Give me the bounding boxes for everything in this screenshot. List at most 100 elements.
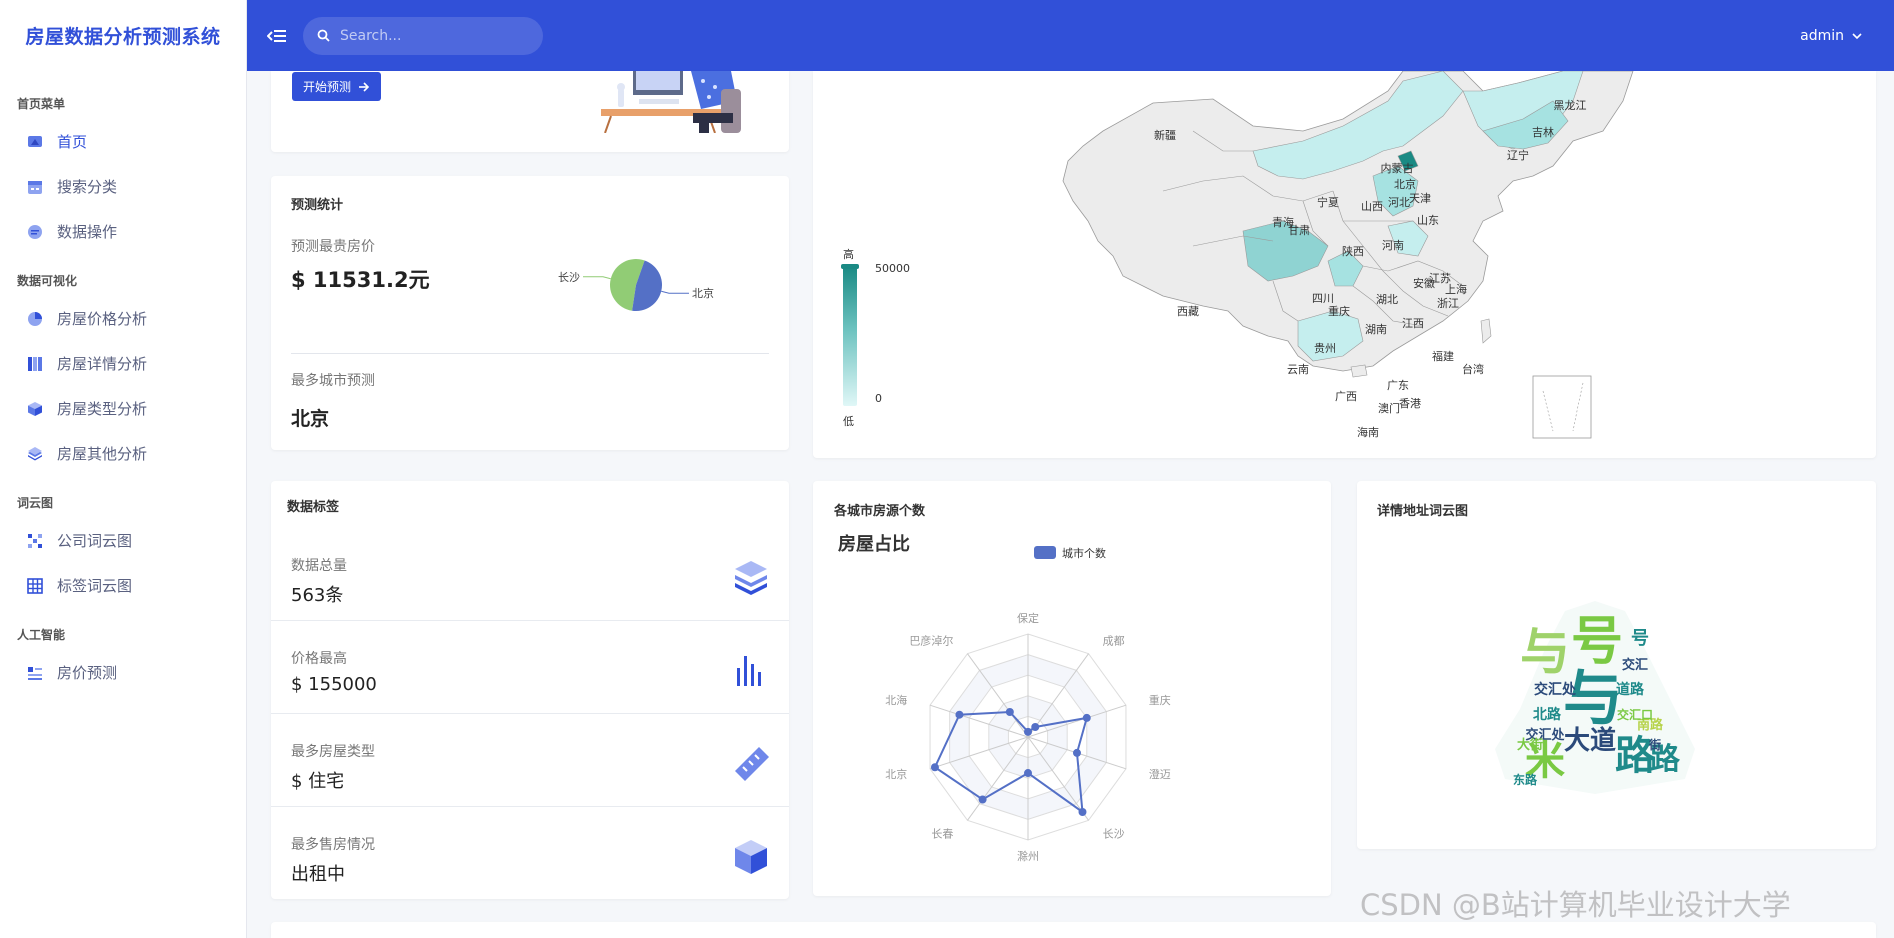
radar-point[interactable] (1024, 727, 1032, 736)
chevron-down-icon (1852, 32, 1862, 39)
radar-indicator-label: 巴彦淖尔 (909, 634, 953, 648)
radar-indicator-label: 澄迈 (1149, 767, 1171, 781)
radar-point[interactable] (1072, 748, 1081, 757)
user-menu[interactable]: admin (1800, 0, 1864, 71)
divider (291, 353, 769, 354)
chat-icon (27, 224, 43, 240)
radar-point[interactable] (978, 795, 987, 804)
radar-indicator-label: 成都 (1103, 635, 1125, 648)
visual-map-max: 50000 (875, 262, 910, 275)
province-label: 山东 (1417, 214, 1439, 227)
province-label: 安徽 (1413, 276, 1435, 290)
collapse-menu-icon (267, 29, 286, 42)
word: 号 (1571, 612, 1623, 672)
pie-icon (27, 311, 43, 327)
province-label: 北京 (1394, 177, 1416, 191)
max-price-label: 预测最贵房价 (291, 239, 375, 255)
province-label: 山西 (1361, 200, 1383, 213)
pie-label-line (583, 276, 611, 280)
sidebar-item-company-cloud[interactable]: 公司词云图 (0, 518, 246, 563)
province-label: 广东 (1387, 379, 1409, 392)
province-label: 贵州 (1314, 342, 1336, 355)
box-icon (735, 840, 767, 874)
tag-row-house-type: 最多房屋类型 $ 住宅 (271, 715, 789, 807)
province-label: 云南 (1287, 363, 1309, 376)
sidebar-item-price-analysis[interactable]: 房屋价格分析 (0, 296, 246, 341)
sidebar-item-type-analysis[interactable]: 房屋类型分析 (0, 386, 246, 431)
sidebar-item-label: 房屋价格分析 (57, 310, 148, 328)
radar-indicator-label: 重庆 (1149, 693, 1171, 707)
sidebar-item-home[interactable]: 首页 (0, 119, 246, 164)
radar-indicator-label: 北京 (885, 767, 907, 781)
province-label: 黑龙江 (1554, 99, 1587, 112)
radar-point[interactable] (1078, 807, 1087, 816)
radar-indicator-label: 滁州 (1017, 849, 1039, 863)
radar-point[interactable] (955, 710, 964, 719)
province-label: 台湾 (1462, 362, 1484, 376)
pie-label: 北京 (692, 286, 714, 300)
search-input[interactable] (340, 27, 520, 44)
radar-point[interactable] (1024, 769, 1032, 778)
radar-point[interactable] (930, 763, 939, 772)
start-predict-button[interactable]: 开始预测 (292, 72, 382, 101)
radar-point[interactable] (1031, 723, 1040, 732)
columns-icon (27, 356, 43, 372)
tag-value: 563条 (291, 585, 344, 606)
bars-icon (737, 656, 761, 686)
word: 大道 (1564, 725, 1616, 756)
province-label: 吉林 (1532, 125, 1554, 139)
word: 与 (1563, 664, 1623, 734)
legend-label[interactable]: 城市个数 (1062, 546, 1106, 560)
province-label: 浙江 (1437, 297, 1459, 310)
word: 大街 (1517, 737, 1543, 753)
sidebar-item-price-predict[interactable]: 房价预测 (0, 650, 246, 695)
radar-point[interactable] (1005, 708, 1014, 717)
word: 号 (1631, 628, 1649, 649)
sidebar-item-label: 房屋其他分析 (57, 445, 148, 463)
radar-chart: 房屋占比 城市个数 保定成都重庆澄迈长沙滁州 长春 北京 北海 巴彦淖尔 (838, 533, 1171, 863)
province-label: 辽宁 (1507, 148, 1529, 162)
word: 交汇处 (1534, 681, 1577, 698)
tag-value: $ 155000 (291, 674, 377, 695)
pie-label-line (661, 290, 689, 294)
hero-illustration (601, 71, 741, 133)
sidebar-item-label: 首页 (57, 133, 88, 151)
map-card: 高 50000 0 低 新疆 黑龙江 吉林 辽宁 内蒙古 北京 天津 河北 宁夏… (813, 71, 1876, 458)
search-box (303, 16, 543, 55)
sidebar-item-detail-analysis[interactable]: 房屋详情分析 (0, 341, 246, 386)
radar-card: 各城市房源个数 房屋占比 城市个数 保定 成都 重庆 澄迈 长沙 滁州 长春 北京 北海 巴彦淖尔 (813, 481, 1331, 896)
calendar-icon (27, 179, 43, 195)
data-tags-card: 数据标签 数据总量 563条 价格最高 $ 155000 最多房屋类型 $ 住宅… (271, 481, 789, 899)
radar-indicator-label: 长沙 (1103, 827, 1125, 840)
sidebar-item-search[interactable]: 搜索分类 (0, 164, 246, 209)
province-label: 新疆 (1154, 128, 1176, 142)
prediction-pie: 长沙北京 (558, 259, 714, 311)
visual-map-high: 高 (843, 248, 854, 261)
sidebar-item-tag-cloud[interactable]: 标签词云图 (0, 563, 246, 608)
grid-dots-icon (27, 533, 43, 549)
province-label: 澳门 (1378, 401, 1400, 415)
menu-section-wordcloud: 词云图 (17, 496, 54, 510)
radar-point[interactable] (1082, 713, 1091, 722)
legend-swatch[interactable] (1034, 546, 1056, 559)
sidebar-item-label: 房屋类型分析 (57, 400, 148, 418)
visual-map-min: 0 (875, 392, 882, 405)
province-label: 宁夏 (1317, 195, 1339, 209)
sidebar-item-data-ops[interactable]: 数据操作 (0, 209, 246, 254)
sidebar-item-other-analysis[interactable]: 房屋其他分析 (0, 431, 246, 476)
radar-indicator-label: 保定 (1017, 611, 1039, 625)
menu-toggle-button[interactable] (260, 19, 294, 53)
visual-map-legend: 高 50000 0 低 (839, 246, 919, 428)
top-city-value: 北京 (291, 408, 330, 430)
radar-indicator-label: 长春 (931, 827, 953, 840)
sidebar-item-label: 标签词云图 (57, 577, 133, 595)
ruler-icon (735, 747, 769, 781)
user-name: admin (1800, 27, 1844, 44)
tag-value: $ 住宅 (291, 771, 345, 792)
province-label: 陕西 (1342, 244, 1364, 258)
visual-map-handle[interactable] (841, 264, 859, 269)
max-price-value: $ 11531.2元 (291, 268, 430, 292)
province-label: 内蒙古 (1381, 161, 1414, 175)
word: 道路 (1616, 681, 1645, 698)
home-icon (27, 134, 43, 150)
